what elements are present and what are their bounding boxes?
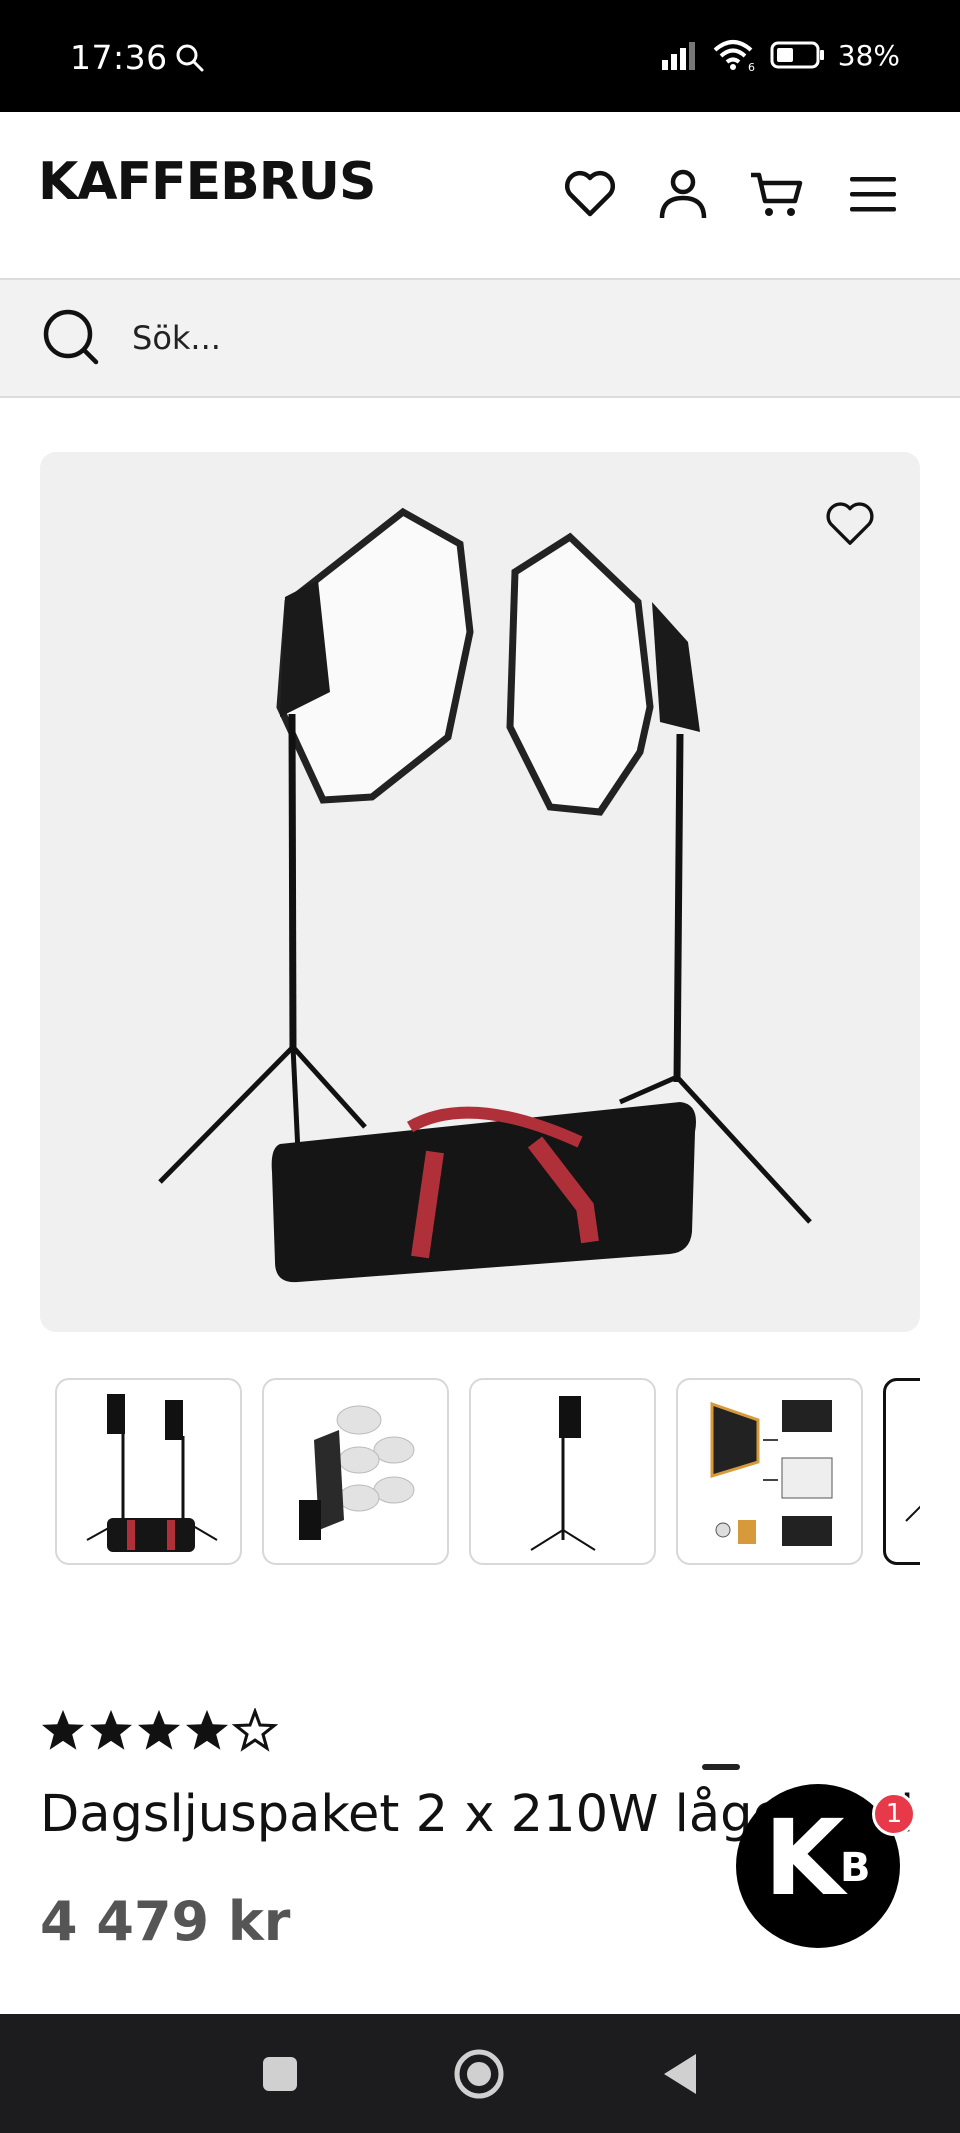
thumbnail-5[interactable] bbox=[883, 1378, 920, 1565]
system-nav-bar bbox=[0, 2014, 960, 2133]
battery-icon bbox=[770, 41, 824, 69]
chat-notification-badge: 1 bbox=[872, 1792, 916, 1836]
home-button[interactable] bbox=[451, 2046, 507, 2102]
account-button[interactable] bbox=[653, 164, 713, 224]
thumbnail-image bbox=[905, 1505, 920, 1522]
product-main-image[interactable] bbox=[40, 452, 920, 1332]
cart-icon bbox=[751, 172, 803, 216]
chat-logo-subletter: B bbox=[840, 1845, 871, 1891]
thumbnail-image bbox=[530, 1396, 596, 1551]
recent-apps-button[interactable] bbox=[252, 2046, 308, 2102]
site-header: KAFFEBRUS bbox=[0, 112, 960, 278]
back-button[interactable] bbox=[652, 2046, 708, 2102]
thumbnail-strip bbox=[55, 1378, 920, 1566]
star-filled-icon bbox=[89, 1709, 133, 1750]
svg-text:6: 6 bbox=[748, 61, 755, 72]
image-wishlist-button[interactable] bbox=[820, 494, 880, 554]
battery-percentage: 38% bbox=[837, 38, 900, 72]
wishlist-button[interactable] bbox=[560, 164, 620, 224]
heart-icon bbox=[826, 502, 874, 545]
square-icon bbox=[263, 2057, 297, 2091]
menu-icon bbox=[850, 177, 896, 212]
star-filled-icon bbox=[137, 1709, 181, 1750]
heart-icon bbox=[564, 170, 616, 217]
star-empty-icon bbox=[232, 1708, 278, 1752]
search-bar bbox=[0, 278, 960, 398]
user-icon bbox=[659, 169, 707, 219]
thumbnail-image bbox=[710, 1400, 833, 1546]
thumbnail-image bbox=[86, 1394, 218, 1552]
star-filled-icon bbox=[185, 1709, 229, 1750]
circle-icon bbox=[454, 2049, 504, 2099]
status-indicators: 6 38% bbox=[660, 38, 900, 72]
wifi-icon: 6 bbox=[713, 40, 755, 72]
thumbnail-2[interactable] bbox=[262, 1378, 449, 1565]
product-rating bbox=[40, 1708, 278, 1752]
menu-button[interactable] bbox=[843, 164, 903, 224]
chat-logo-letter: K bbox=[764, 1797, 845, 1919]
thumbnail-4[interactable] bbox=[676, 1378, 863, 1565]
product-photo bbox=[158, 507, 812, 1283]
back-triangle-icon bbox=[664, 2054, 696, 2094]
site-logo[interactable]: KAFFEBRUS bbox=[38, 152, 376, 212]
cart-button[interactable] bbox=[746, 164, 806, 224]
thumbnail-1[interactable] bbox=[55, 1378, 242, 1565]
status-time: 17:36 bbox=[70, 38, 168, 77]
search-input[interactable] bbox=[130, 302, 890, 374]
star-filled-icon bbox=[41, 1709, 85, 1750]
product-price: 4 479 kr bbox=[40, 1890, 291, 1953]
drag-handle[interactable] bbox=[702, 1764, 740, 1770]
signal-icon bbox=[661, 42, 695, 70]
thumbnail-image bbox=[299, 1405, 415, 1540]
status-bar: 17:36 6 38% bbox=[0, 0, 960, 112]
thumbnail-3[interactable] bbox=[469, 1378, 656, 1565]
search-notification-icon bbox=[176, 44, 204, 72]
search-icon[interactable] bbox=[40, 306, 104, 370]
